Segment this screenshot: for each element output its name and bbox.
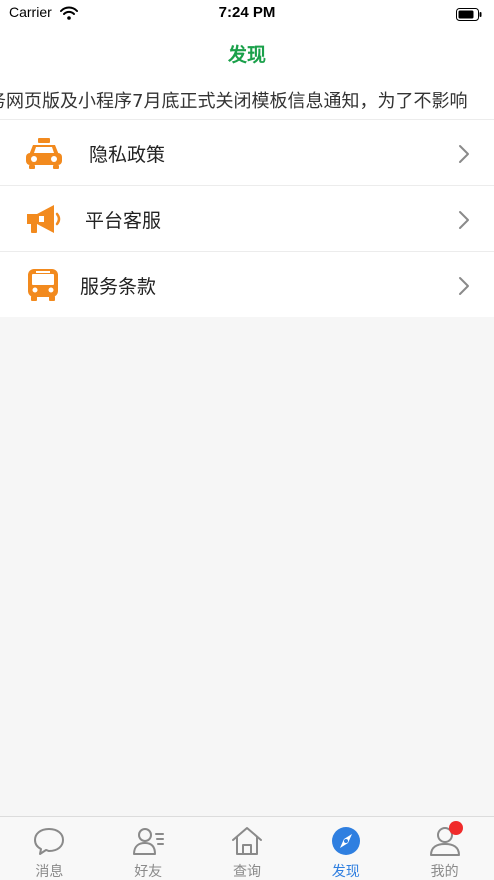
tab-friends[interactable]: 好友 [99,817,198,880]
menu-item-customer-service[interactable]: 平台客服 [0,186,494,252]
battery-icon [456,6,482,25]
tab-bar: 消息 好友 查询 发现 我的 [0,816,494,880]
notice-text: 务网页版及小程序7月底正式关闭模板信息通知，为了不影响 [0,91,468,112]
menu-item-label: 服务条款 [80,276,157,298]
home-icon [230,825,264,857]
chevron-right-icon [458,276,470,300]
tab-me[interactable]: 我的 [395,817,494,880]
tab-search[interactable]: 查询 [198,817,297,880]
tab-label: 查询 [232,864,261,880]
menu-item-label: 平台客服 [85,210,162,232]
status-bar: Carrier 7:24 PM [0,0,494,26]
nav-bar: 发现 [0,26,494,78]
tab-label: 我的 [430,864,459,880]
taxi-icon [24,136,64,170]
menu-item-label: 隐私政策 [89,144,166,166]
tab-label: 好友 [134,864,163,880]
tab-messages[interactable]: 消息 [0,817,99,880]
megaphone-icon [24,202,64,236]
chevron-right-icon [458,144,470,168]
chat-bubble-icon [32,825,66,857]
menu-item-terms-of-service[interactable]: 服务条款 [0,252,494,317]
chevron-right-icon [458,210,470,234]
menu-item-privacy-policy[interactable]: 隐私政策 [0,120,494,186]
bus-icon [24,268,64,302]
page-title: 发现 [227,44,266,66]
contacts-icon [131,825,165,857]
status-time: 7:24 PM [218,4,276,21]
discover-menu: 隐私政策 平台客服 服务条款 [0,120,494,317]
notice-marquee[interactable]: 务网页版及小程序7月底正式关闭模板信息通知，为了不影响 [0,78,494,120]
tab-discover[interactable]: 发现 [296,817,395,880]
tab-label: 发现 [331,864,360,880]
tab-label: 消息 [35,864,64,880]
compass-icon [329,825,363,857]
